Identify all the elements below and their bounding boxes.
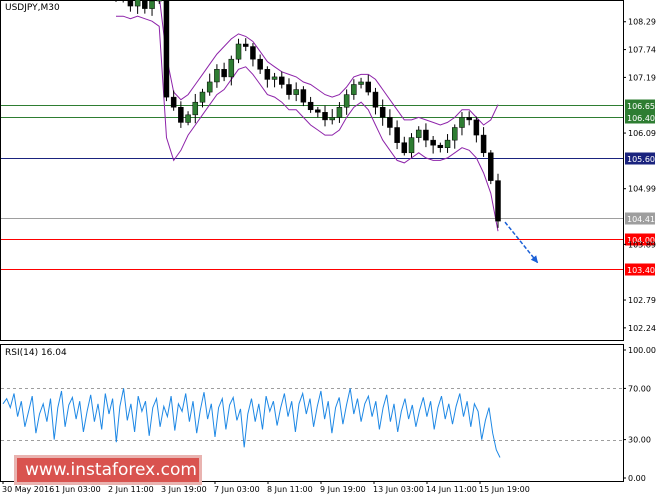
time-tick-label: 7 Jun 03:00 [214,485,260,494]
candle-down [250,46,256,60]
candle-up [343,94,350,108]
candle-up [415,129,422,138]
price-tick-label: 103.89 [628,240,656,249]
time-tick-label: 30 May 2016 [2,485,54,494]
candle-up [228,58,235,78]
time-tick-label: 13 Jun 03:00 [373,485,424,494]
candle-down [127,0,134,7]
time-tick-label: 9 Jun 19:00 [320,485,366,494]
candle-up [351,84,357,95]
watermark-text: www.instaforex.com [25,460,197,480]
rsi-axis: 100.00 70.00 30.00 0.00 [623,346,656,483]
candle-down [300,89,307,103]
level-tag-label: 106.65 [627,102,655,111]
price-tick-label: 104.99 [628,185,656,194]
time-tick-label: 15 Jun 19:00 [479,485,530,494]
candle-down [488,152,494,181]
candle-up [271,76,278,80]
level-tag-label: 103.40 [627,266,655,275]
candle-up [134,0,141,7]
price-tick-label: 107.19 [628,73,656,82]
price-tick-label: 107.74 [628,46,656,55]
candle-up [452,127,458,141]
candle-up [214,69,220,83]
candle-down [286,84,292,95]
candle-down [387,117,393,128]
candle-down [430,139,436,146]
candle-up [206,81,213,93]
candle-down [170,96,177,108]
rsi-label: RSI(14) 16.04 [5,348,67,358]
time-tick-label: 14 Jun 11:00 [426,485,477,494]
instaforex-watermark: www.instaforex.com [14,455,202,485]
candle-up [358,81,364,85]
candle-down [466,117,472,121]
candle-down [401,142,408,154]
candle-down [365,81,372,93]
candle-down [423,129,429,141]
chart-root: 106.65 106.40 105.60 104.41 104.00 103.40 108.… [0,0,664,498]
candle-down [264,69,271,80]
candle-up [156,0,162,2]
candle-down [279,76,285,85]
price-axis: 106.65106.40105.60104.41104.00103.40108.… [623,18,656,333]
level-tag-label: 104.41 [627,215,655,224]
candle-up [444,139,451,148]
candle-down [372,91,379,108]
candle-up [185,114,191,123]
candle-down [178,107,184,123]
time-tick-label: 1 Jun 03:00 [55,485,101,494]
time-tick-label: 2 Jun 11:00 [108,485,154,494]
chart-canvas: 106.65106.40105.60104.41104.00103.40108.… [0,0,656,494]
price-tick-label: 108.29 [628,18,656,27]
candle-down [307,101,314,111]
candle-down [473,119,480,136]
candle-down [221,69,227,78]
candle-down [163,0,170,98]
price-tick-label: 102.24 [628,324,656,333]
rsi-tick-label: 70.00 [628,384,651,393]
candle-up [408,137,415,154]
time-tick-label: 8 Jun 11:00 [267,485,313,494]
candle-down [394,127,400,143]
candle-down [480,134,487,154]
level-tag-label: 105.60 [627,155,655,164]
rsi-tick-label: 100.00 [628,346,656,355]
candle-down [242,43,249,47]
rsi-tick-label: 0.00 [628,474,646,483]
candle-up [192,101,199,116]
main-panel-frame [0,0,624,341]
price-tick-label: 102.79 [628,296,656,305]
time-tick-label: 3 Jun 19:00 [161,485,207,494]
rsi-tick-label: 30.00 [628,436,651,445]
candle-down [495,180,501,222]
symbol-label: USDJPY,M30 [5,3,60,13]
level-tag-label: 106.40 [627,114,655,123]
candle-down [142,0,148,9]
candle-up [459,117,465,128]
candle-down [437,144,444,148]
price-tick-label: 106.09 [628,129,656,138]
candle-up [293,89,299,95]
candle-down [379,107,386,118]
candle-down [322,112,328,121]
candle-up [329,117,335,121]
candle-down [257,58,263,70]
candle-up [199,91,206,103]
candle-up [336,107,343,118]
candle-up [235,43,242,60]
candle-down [315,109,321,113]
candle-up [149,0,155,9]
